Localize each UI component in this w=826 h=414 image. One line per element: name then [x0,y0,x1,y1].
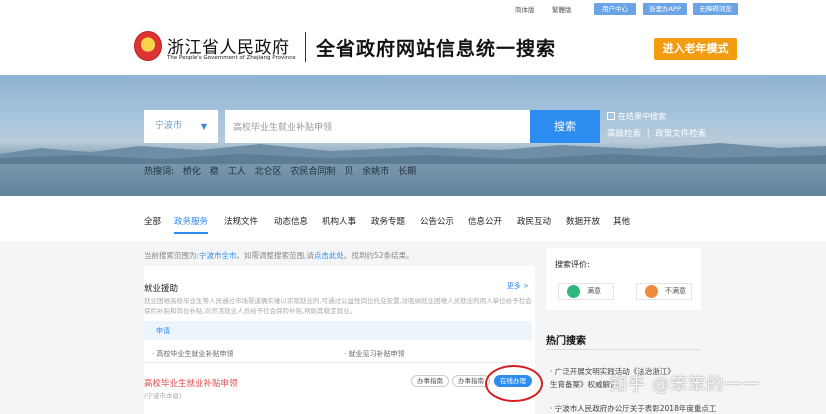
change-scope-link[interactable]: 点击此处 [314,251,344,260]
national-emblem-icon [134,31,162,61]
result-subtab-bar: 申请 [144,321,532,340]
search-input[interactable] [225,110,530,143]
satisfied-button[interactable]: 满意 [558,283,614,300]
tab-announcements[interactable]: 公告公示 [420,215,454,227]
accessibility-button[interactable]: 无障碍浏览 [693,3,738,15]
search-button[interactable]: 搜索 [530,110,600,143]
hot-word[interactable]: 贝 [344,167,353,177]
more-link[interactable]: 更多 > [507,281,529,291]
list-item[interactable]: · 就业见习补贴申领 [344,349,404,359]
government-brand-english: The People's Government of Zhejiang Prov… [167,55,296,61]
subtab-apply[interactable]: 申请 [156,326,170,336]
result-subtitle: (宁波市本级) [144,392,182,400]
tab-interaction[interactable]: 政民互动 [517,215,551,227]
hot-word[interactable]: 稳 [210,167,219,177]
tab-regulations[interactable]: 法规文件 [224,215,258,227]
scope-region: 宁波市全市 [199,251,237,260]
red-highlight-circle [485,365,543,402]
user-center-button[interactable]: 用户中心 [594,3,636,15]
traditional-chinese-link[interactable]: 繁體版 [552,4,572,14]
active-tab-indicator [174,232,208,234]
search-evaluation-panel: 搜索评价: 满意 不满意 [546,248,701,310]
tab-other[interactable]: 其他 [613,215,630,227]
divider [546,349,701,350]
simplified-chinese-link[interactable]: 简体版 [515,4,535,14]
tab-open-data[interactable]: 数据开放 [566,215,600,227]
smile-icon [567,285,580,298]
advanced-search-link[interactable]: 高级检索 [607,129,641,139]
category-tabs: 全部 政务服务 法规文件 动态信息 机构人事 政务专题 公告公示 信息公开 政民… [0,196,826,241]
divider [144,362,532,363]
elder-mode-button[interactable]: 进入老年模式 [654,38,737,60]
hot-search-words: 热搜词: 桥化 稳 工人 北仑区 农民合同制 贝 余姚市 长期 [144,164,422,177]
scope-prefix: 当前搜索范围为: [144,251,200,260]
chevron-down-icon: ▼ [200,122,207,131]
hot-word[interactable]: 农民合同制 [290,167,335,177]
hot-word[interactable]: 工人 [228,167,246,177]
search-scope-info: 当前搜索范围为:宁波市全市。如需调整搜索范围,请点击此处。找到约52条结果。 [144,250,413,261]
tab-topics[interactable]: 政务专题 [371,215,405,227]
tab-government-services[interactable]: 政务服务 [174,215,208,227]
hot-search-item[interactable]: · 宁波市人民政府办公厅关于表彰2018年度重点工 [550,403,750,414]
advanced-search-links: 高级检索 | 政策文件检索 [607,127,706,139]
scope-suffix: 。找到约52条结果。 [343,251,414,260]
result-section-title[interactable]: 就业援助 [144,282,178,294]
link-separator: | [646,129,650,139]
hot-word[interactable]: 余姚市 [362,167,389,177]
frown-icon [645,285,658,298]
page-title: 全省政府网站信息统一搜索 [316,38,557,60]
scope-middle: 。如需调整搜索范围,请 [236,251,314,260]
header-divider [305,32,306,62]
hot-word[interactable]: 长期 [398,167,416,177]
tab-news[interactable]: 动态信息 [274,215,308,227]
policy-search-link[interactable]: 政策文件检索 [655,129,706,139]
region-value: 宁波市 [155,121,183,131]
results-panel: 就业援助 更多 > 就业困难高校毕业生等人员通过市场渠道确实难以实现就业的,可通… [144,266,535,414]
search-in-results-label: 在结果中搜索 [618,112,666,121]
list-item[interactable]: · 高校毕业生就业补贴申领 [152,349,233,359]
hot-word[interactable]: 北仑区 [255,167,282,177]
region-selector[interactable]: 宁波市 ▼ [144,110,218,143]
unsatisfied-label: 不满意 [665,287,686,295]
site-header: 浙江省人民政府 The People's Government of Zheji… [0,20,826,75]
tab-all[interactable]: 全部 [144,215,161,227]
app-button[interactable]: 浙里办APP [643,3,687,15]
search-in-results-option[interactable]: 在结果中搜索 [607,111,666,122]
result-description: 就业困难高校毕业生等人员通过市场渠道确实难以实现就业的,可通过公益性岗位托底安置… [144,297,532,315]
top-utility-bar: 简体版 繁體版 用户中心 浙里办APP 无障碍浏览 [0,0,826,20]
hot-search-title: 热门搜索 [546,336,586,347]
evaluation-title: 搜索评价: [555,260,590,269]
hot-words-label: 热搜词: [144,167,175,177]
tab-personnel[interactable]: 机构人事 [322,215,356,227]
tab-disclosure[interactable]: 信息公开 [468,215,502,227]
search-hero-banner: 宁波市 ▼ 搜索 在结果中搜索 高级检索 | 政策文件检索 热搜词: 桥化 稳 … [0,75,826,196]
result-title-link[interactable]: 高校毕业生就业补贴申领 [144,377,238,389]
guide-button[interactable]: 办事指南 [411,375,449,387]
zhihu-watermark: 知乎 @笨笨的一一 [610,375,761,395]
unsatisfied-button[interactable]: 不满意 [636,283,692,300]
hot-word[interactable]: 桥化 [183,167,201,177]
satisfied-label: 满意 [587,287,601,295]
checkbox-icon[interactable] [607,112,615,120]
